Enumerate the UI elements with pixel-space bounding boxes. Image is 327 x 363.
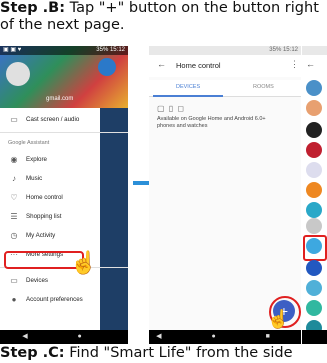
android-nav-bar[interactable] [302,330,327,344]
menu-item-label: Cast screen / audio [26,116,80,123]
app-icon[interactable] [306,260,322,276]
menu-item-cast-screen[interactable]: ▭ Cast screen / audio [0,110,128,129]
drawer-header: gmail.com [0,46,128,108]
menu-item-label: Shopping list [26,213,62,220]
app-icon[interactable] [306,142,322,158]
app-icon[interactable] [306,162,322,178]
smart-life-highlight [303,235,327,261]
tab-bar: DEVICES ROOMS [149,80,301,97]
android-nav-bar[interactable]: ◀ ● ■ [0,330,128,344]
back-arrow-icon[interactable]: ← [306,59,315,69]
step-c-text: Find "Smart Life" from the side [64,345,293,361]
phone-screen-navigation-drawer: gmail.com ▣ ▣ ♥ 35% 15:12 ▭ Cast screen / … [0,46,128,344]
menu-item-label: Devices [26,277,49,284]
menu-item-label: Music [26,175,43,182]
history-icon: ◷ [10,231,18,240]
music-icon: ♪ [12,174,16,183]
active-tab-indicator [153,95,223,97]
app-icon[interactable] [306,280,322,296]
list-icon: ☰ [10,212,18,221]
app-icon[interactable] [306,218,322,234]
devices-icon: ▭ [10,276,18,285]
app-icon[interactable] [306,300,322,316]
phone-screen-app-list: ← [302,46,327,344]
back-arrow-icon[interactable]: ← [157,59,166,69]
status-bar [302,46,327,55]
avatar[interactable] [6,62,30,86]
cast-icon: ▭ [10,115,18,124]
availability-text: Available on Google Home and Android 6.0… [157,116,266,129]
secondary-avatar[interactable] [98,58,116,76]
compass-icon: ◉ [10,155,18,164]
android-nav-bar[interactable]: ◀ ● ■ [149,330,301,344]
menu-item-account-preferences[interactable]: ● Account preferences [0,290,128,309]
menu-item-shopping-list[interactable]: ☰ Shopping list [0,207,128,226]
status-bar: 35% 15:12 [149,46,301,55]
app-icon[interactable] [306,80,322,96]
tab-rooms[interactable]: ROOMS [253,84,274,90]
notification-icons: ▣ ▣ ♥ [3,47,22,53]
menu-item-home-control[interactable]: ♡ Home control [0,188,128,207]
step-c-label: Step .C: [0,345,65,361]
lightbulb-icon: ♡ [10,193,18,202]
divider [0,132,128,133]
app-icon[interactable] [306,100,322,116]
app-bar [149,55,301,77]
app-icon[interactable] [306,122,322,138]
menu-item-label: Home control [26,194,63,201]
page-title: Home control [176,61,221,70]
menu-item-label: Account preferences [26,296,83,303]
app-icon[interactable] [306,202,322,218]
status-text: 35% 15:12 [96,47,125,53]
overflow-menu-icon[interactable]: ⋮ [290,59,299,70]
phone-screen-home-control: 35% 15:12 ← Home control ⋮ DEVICES ROOMS… [149,46,301,344]
menu-item-devices[interactable]: ▭ Devices [0,271,128,290]
menu-item-explore[interactable]: ◉ Explore [0,150,128,169]
devices-icons: ▢ ▯ ◻ [157,104,186,113]
step-b-label: Step .B: [0,0,65,16]
step-c-instruction: Step .C: Find "Smart Life" from the side [0,345,327,363]
tap-hand-icon: ☝ [267,309,290,329]
tap-hand-icon: ☝ [70,250,98,275]
drawer-menu: ▭ Cast screen / audio Google Assistant ◉ E… [0,110,128,309]
menu-item-my-activity[interactable]: ◷ My Activity [0,226,128,245]
menu-item-label: My Activity [26,232,56,239]
menu-item-label: Explore [26,156,47,163]
tab-devices[interactable]: DEVICES [176,84,200,90]
section-header-google-assistant: Google Assistant [8,140,50,146]
status-text: 35% 15:12 [269,47,298,53]
step-b-instruction: Step .B: Tap "+" button on the button ri… [0,0,327,40]
app-icon[interactable] [306,182,322,198]
menu-item-music[interactable]: ♪ Music [0,169,128,188]
account-name: gmail.com [46,96,74,102]
account-icon: ● [11,295,17,304]
status-bar: ▣ ▣ ♥ 35% 15:12 [0,46,128,55]
